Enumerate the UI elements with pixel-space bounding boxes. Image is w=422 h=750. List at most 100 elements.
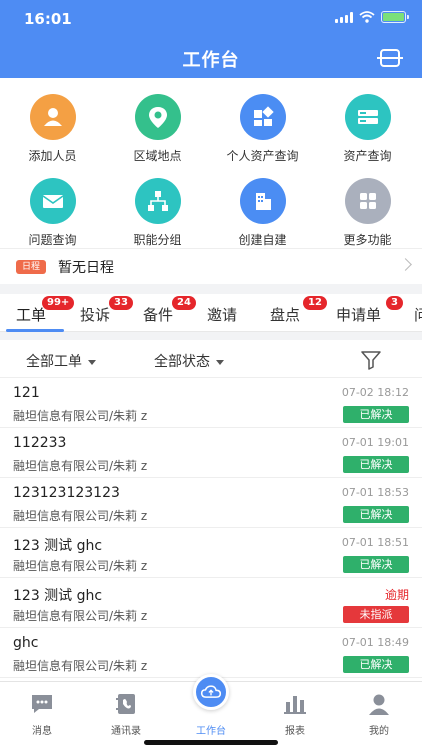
caret-down-icon [88,359,96,365]
building-icon [239,178,286,224]
tab-work-order[interactable]: 工单 99+ [16,296,75,325]
tab-label: 工单 [16,306,47,324]
order-org: 融坦信息有限公司/朱莉 z [13,659,148,673]
order-title: 123 测试 ghc [13,588,103,604]
grid-item-add-person[interactable]: 添加人员 [0,94,105,164]
status-badge: 未指派 [343,606,409,623]
tab-label: 备件 [143,306,174,324]
tab-badge: 3 [386,296,403,310]
grid-label: 添加人员 [28,149,77,163]
grid-label: 创建自建 [238,233,287,247]
tab-label: 邀请 [207,306,238,324]
tabbar-item-messages[interactable]: 消息 [0,692,84,737]
tab-invite[interactable]: 邀请 [207,304,237,325]
filter-order-type[interactable]: 全部工单 [26,351,96,371]
order-title: 123 测试 ghc [13,538,103,554]
order-tabs: 工单 99+ 投诉 33 备件 24 邀请 盘点 12 申请单 3 问 [0,294,422,332]
grid-item-more[interactable]: 更多功能 [315,178,420,248]
caret-down-icon [216,359,224,365]
home-indicator [144,740,278,745]
order-time: 07-01 18:49 [341,636,409,649]
org-chart-icon [134,178,181,224]
grid-item-org-group[interactable]: 职能分组 [105,178,210,248]
grid-label: 更多功能 [343,233,392,247]
status-badge: 已解决 [343,456,409,473]
status-icons [335,11,409,23]
tab-label: 投诉 [80,306,111,324]
status-time: 16:01 [24,10,72,28]
grid-label: 职能分组 [133,233,182,247]
order-row[interactable]: 121 07-02 18:12 融坦信息有限公司/朱莉 z 已解决 [0,378,422,428]
contacts-icon [116,694,135,714]
order-org: 融坦信息有限公司/朱莉 z [13,609,148,623]
personal-asset-icon [239,94,286,140]
grid-item-create[interactable]: 创建自建 [210,178,315,248]
schedule-badge: 日程 [16,260,46,274]
grid-item-asset-query[interactable]: 资产查询 [315,94,420,164]
scan-icon[interactable] [377,49,403,67]
page-title: 工作台 [182,50,240,71]
add-person-icon [29,94,76,140]
order-title: ghc [13,635,39,651]
schedule-text: 暂无日程 [58,260,114,276]
status-badge: 已解决 [343,406,409,423]
location-pin-icon [134,94,181,140]
order-org: 融坦信息有限公司/朱莉 z [13,409,148,423]
chevron-right-icon [399,258,412,271]
tabbar-label: 通讯录 [111,726,141,737]
order-row[interactable]: 123 测试 ghc 逾期 融坦信息有限公司/朱莉 z 未指派 [0,578,422,628]
tab-inventory[interactable]: 盘点 12 [270,296,327,325]
cloud-workbench-icon[interactable] [193,674,229,710]
filter-label: 全部状态 [154,354,210,370]
order-row[interactable]: 123 测试 ghc 07-01 18:51 融坦信息有限公司/朱莉 z 已解决 [0,528,422,578]
filter-status[interactable]: 全部状态 [154,351,224,371]
tabbar-item-profile[interactable]: 我的 [337,692,421,737]
tab-badge: 33 [109,296,133,310]
tab-badge: 99+ [42,296,75,310]
signal-icon [335,11,353,23]
function-grid: 添加人员 区域地点 个人资产查询 资产查询 问题查询 职能分组 创建自建 更多功… [0,78,422,248]
order-title: 121 [13,385,40,401]
tabbar-item-reports[interactable]: 报表 [253,692,337,737]
wifi-icon [359,11,375,23]
order-title: 123123123123 [13,485,120,501]
problem-mail-icon [29,178,76,224]
tab-label: 盘点 [270,306,301,324]
grid-item-location[interactable]: 区域地点 [105,94,210,164]
order-org: 融坦信息有限公司/朱莉 z [13,559,148,573]
more-apps-icon [344,178,391,224]
grid-label: 区域地点 [133,149,182,163]
tabbar-label: 我的 [369,726,389,737]
grid-label: 问题查询 [28,233,77,247]
order-row[interactable]: ghc 07-01 18:49 融坦信息有限公司/朱莉 z 已解决 [0,628,422,678]
order-time: 07-02 18:12 [341,386,409,399]
tabbar-label: 报表 [285,726,305,737]
filter-funnel-icon[interactable] [360,350,382,370]
order-org: 融坦信息有限公司/朱莉 z [13,509,148,523]
tab-complaint[interactable]: 投诉 33 [80,296,133,325]
tab-question[interactable]: 问 [414,304,422,325]
filter-bar: 全部工单 全部状态 [0,340,422,378]
grid-item-personal-asset[interactable]: 个人资产查询 [210,94,315,164]
tab-badge: 24 [172,296,196,310]
filter-label: 全部工单 [26,354,82,370]
grid-item-problem-query[interactable]: 问题查询 [0,178,105,248]
status-badge: 已解决 [343,656,409,673]
tab-underline [6,329,64,332]
grid-label: 个人资产查询 [226,149,299,163]
order-time: 07-01 19:01 [341,436,409,449]
schedule-row[interactable]: 日程 暂无日程 [0,248,422,284]
battery-icon [381,11,409,23]
tab-spare-parts[interactable]: 备件 24 [143,296,196,325]
tab-application[interactable]: 申请单 3 [336,296,403,325]
profile-icon [369,694,389,715]
tab-badge: 12 [303,296,327,310]
tabbar-item-contacts[interactable]: 通讯录 [84,692,168,737]
tab-label: 申请单 [336,306,382,324]
order-list-panel: 全部工单 全部状态 121 07-02 18:12 融坦信息有限公司/朱莉 z … [0,340,422,681]
order-row[interactable]: 123123123123 07-01 18:53 融坦信息有限公司/朱莉 z 已… [0,478,422,528]
tabbar-label: 消息 [32,726,52,737]
order-time: 07-01 18:53 [341,486,409,499]
order-row[interactable]: 112233 07-01 19:01 融坦信息有限公司/朱莉 z 已解决 [0,428,422,478]
overdue-label: 逾期 [384,588,409,602]
